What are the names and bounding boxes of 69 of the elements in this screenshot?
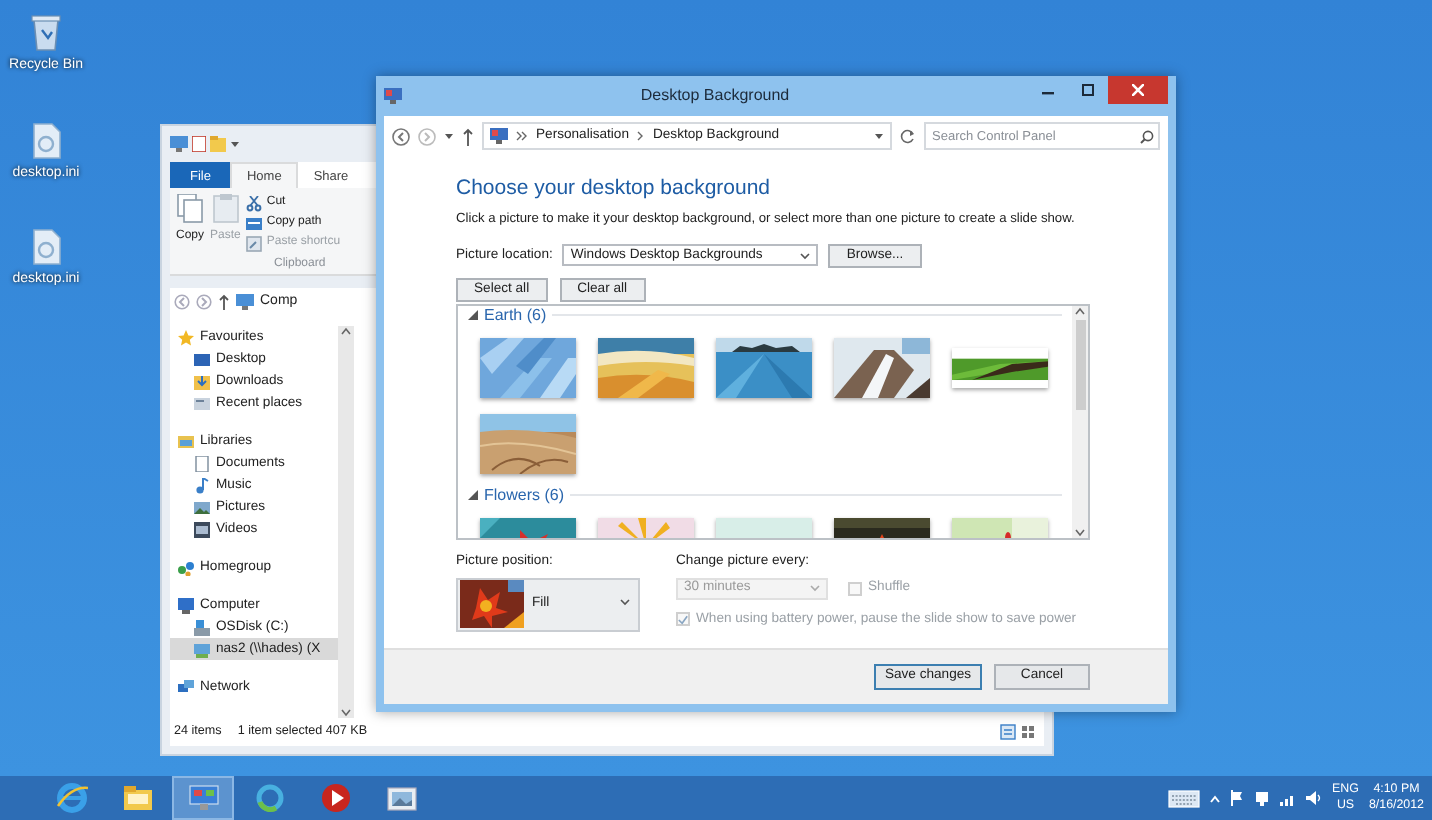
flag-icon[interactable] <box>1230 790 1245 806</box>
file-icon[interactable] <box>31 121 61 159</box>
caret-icon[interactable] <box>444 128 454 144</box>
monitor-icon <box>187 782 219 814</box>
scroll-down-icon[interactable] <box>1074 527 1086 538</box>
chevron-icon <box>636 130 645 142</box>
up-icon[interactable] <box>218 294 230 310</box>
group-header[interactable]: Earth (6) <box>484 305 547 326</box>
places-icon <box>194 395 210 411</box>
tiles-view-icon[interactable] <box>1020 724 1036 740</box>
expand-arrow-icon[interactable] <box>468 490 478 501</box>
recycle-bin-icon[interactable] <box>30 12 62 52</box>
network-icon <box>178 679 194 695</box>
close-icon <box>1132 84 1144 96</box>
computer-icon <box>236 294 254 310</box>
check-icon <box>678 613 688 626</box>
network-icon[interactable] <box>1254 790 1271 806</box>
chevron-icon <box>516 130 528 142</box>
scroll-up-icon[interactable] <box>340 326 352 336</box>
path-icon[interactable] <box>246 215 263 231</box>
photo-icon <box>385 782 417 814</box>
scrollbar[interactable] <box>338 326 354 718</box>
play-icon <box>319 782 351 814</box>
download-icon <box>194 373 210 389</box>
caret-icon[interactable] <box>230 136 240 152</box>
volume-icon[interactable] <box>1306 790 1323 806</box>
network-drive-icon <box>194 641 210 657</box>
scrollbar[interactable] <box>1072 305 1088 538</box>
star-icon <box>178 329 194 345</box>
window-title: Desktop Background <box>638 84 792 108</box>
search-icon[interactable] <box>1140 129 1154 143</box>
computer-icon[interactable] <box>170 136 188 152</box>
document-icon <box>194 455 210 471</box>
video-icon <box>194 521 210 537</box>
refresh-icon[interactable] <box>900 128 916 144</box>
disk-icon <box>194 619 210 635</box>
group-header[interactable]: Flowers (6) <box>484 485 565 506</box>
desktop-icon <box>194 351 210 367</box>
scissors-icon[interactable] <box>246 195 263 211</box>
computer-icon <box>178 597 194 613</box>
caret-icon <box>620 598 630 607</box>
maximize-icon <box>1082 84 1094 96</box>
scroll-up-icon[interactable] <box>1074 305 1086 316</box>
picture-icon <box>194 499 210 515</box>
homegroup-icon <box>178 559 194 575</box>
scroll-thumb[interactable] <box>1075 319 1085 410</box>
up-icon[interactable] <box>462 127 474 145</box>
browser-icon <box>55 782 87 814</box>
caret-icon <box>800 251 811 260</box>
details-view-icon[interactable] <box>1000 724 1016 740</box>
ring-icon <box>253 782 285 814</box>
copy-icon[interactable] <box>176 194 204 224</box>
folder-icon <box>121 782 153 814</box>
close-button[interactable] <box>1108 76 1168 104</box>
heading: Choose your desktop background <box>456 174 773 204</box>
control-panel-icon <box>490 128 508 144</box>
signal-icon[interactable] <box>1280 791 1297 805</box>
caret-icon <box>810 584 820 593</box>
document-icon[interactable] <box>192 136 206 152</box>
back-icon[interactable] <box>392 127 410 145</box>
keyboard-icon[interactable] <box>1168 789 1201 807</box>
expand-arrow-icon[interactable] <box>468 310 478 321</box>
caret-icon[interactable] <box>874 128 884 144</box>
file-icon[interactable] <box>31 228 61 266</box>
control-panel-icon[interactable] <box>384 88 402 104</box>
scroll-down-icon[interactable] <box>340 708 352 718</box>
music-icon <box>194 477 210 493</box>
show-hidden-icon[interactable] <box>1210 793 1221 803</box>
library-icon <box>178 433 194 449</box>
